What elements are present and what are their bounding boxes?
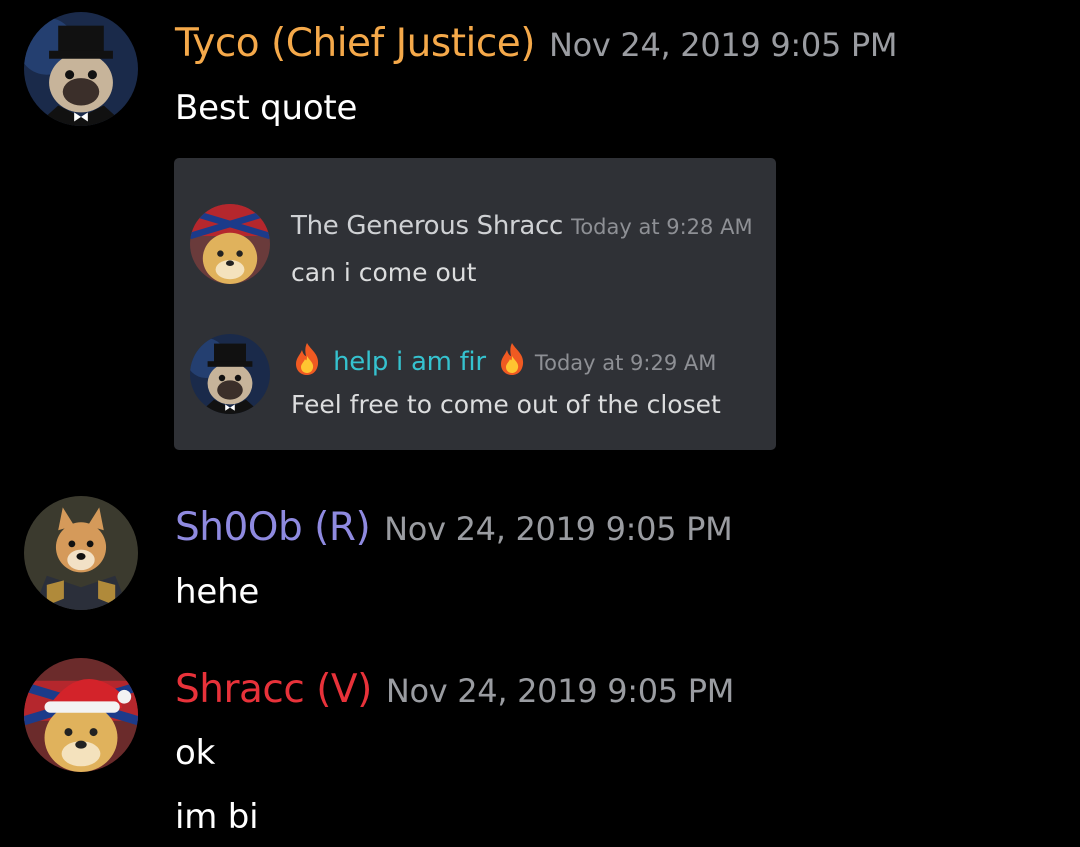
doge-santa-hat-avatar <box>24 658 138 772</box>
quoted-timestamp: Today at 9:29 AM <box>534 351 717 375</box>
quoted-username[interactable]: The Generous Shracc <box>291 211 563 241</box>
message-text: hehe <box>175 572 260 612</box>
quoted-username[interactable]: help i am fir <box>333 347 486 377</box>
message-text: im bi <box>175 797 259 837</box>
pug-top-hat-avatar <box>190 334 270 414</box>
username[interactable]: Shracc (V) <box>175 667 372 712</box>
quoted-message-text: Feel free to come out of the closet <box>291 390 721 419</box>
quoted-message-text: can i come out <box>291 258 477 287</box>
shiba-uniform-avatar <box>24 496 138 610</box>
pug-top-hat-avatar <box>24 12 138 126</box>
fire-icon <box>292 342 322 376</box>
timestamp: Nov 24, 2019 9:05 PM <box>385 672 735 710</box>
quote-embed: The Generous Shracc Today at 9:28 AM can … <box>174 158 776 450</box>
message-header: Shracc (V) Nov 24, 2019 9:05 PM <box>175 667 734 712</box>
message-header: Sh0Ob (R) Nov 24, 2019 9:05 PM <box>175 505 733 550</box>
avatar[interactable] <box>190 334 270 414</box>
avatar[interactable] <box>24 658 138 772</box>
username[interactable]: Tyco (Chief Justice) <box>175 21 535 66</box>
chat-log: Tyco (Chief Justice) Nov 24, 2019 9:05 PM… <box>0 0 1080 847</box>
quoted-message-header: The Generous Shracc Today at 9:28 AM <box>291 211 753 241</box>
timestamp: Nov 24, 2019 9:05 PM <box>384 510 733 548</box>
quoted-message-header: help i am fir Today at 9:29 AM <box>292 342 716 377</box>
message-text: ok <box>175 733 216 773</box>
message-header: Tyco (Chief Justice) Nov 24, 2019 9:05 PM <box>175 21 898 66</box>
doge-bandana-avatar <box>190 204 270 284</box>
fire-icon <box>497 342 527 376</box>
avatar[interactable] <box>24 12 138 126</box>
timestamp: Nov 24, 2019 9:05 PM <box>548 26 898 64</box>
avatar[interactable] <box>190 204 270 284</box>
quoted-timestamp: Today at 9:28 AM <box>571 215 753 239</box>
avatar[interactable] <box>24 496 138 610</box>
username[interactable]: Sh0Ob (R) <box>175 505 371 550</box>
message-text: Best quote <box>175 88 358 128</box>
